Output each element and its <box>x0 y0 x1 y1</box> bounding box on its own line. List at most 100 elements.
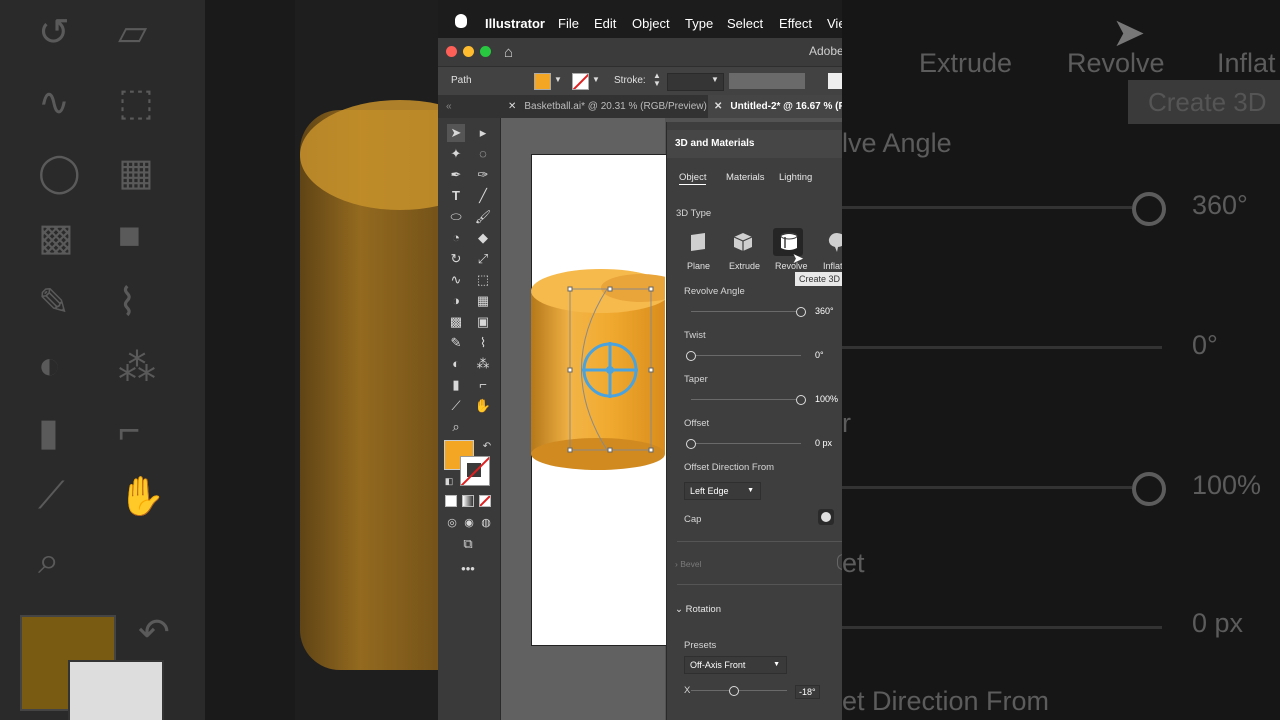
cap-toggle-button[interactable] <box>818 509 834 525</box>
color-mode-icon[interactable] <box>445 495 457 507</box>
measure-tool-icon[interactable]: ⌇ <box>474 334 492 352</box>
bg-dropper-icon: ⌇ <box>118 282 137 324</box>
zoom-window-button[interactable] <box>480 46 491 57</box>
close-tab-icon[interactable]: ✕ <box>508 101 516 112</box>
tab-lighting[interactable]: Lighting <box>779 172 812 183</box>
shaper-tool-icon[interactable]: ◔ <box>447 229 465 247</box>
scale-tool-icon[interactable]: ⤢ <box>474 250 492 268</box>
artboard-tool-icon[interactable]: ⌐ <box>474 376 492 394</box>
symbol-sprayer-tool-icon[interactable]: ⁂ <box>474 355 492 373</box>
none-mode-icon[interactable] <box>479 495 491 507</box>
rotate-tool-icon[interactable]: ↻ <box>447 250 465 268</box>
tab-materials[interactable]: Materials <box>726 172 765 183</box>
paintbrush-tool-icon[interactable]: 🖌 <box>474 208 492 226</box>
offset-knob[interactable] <box>686 439 696 449</box>
zoom-tool-icon[interactable]: ⌕ <box>447 418 465 436</box>
default-fill-stroke-icon[interactable]: ◧ <box>440 472 458 490</box>
menu-file[interactable]: File <box>558 16 579 31</box>
line-tool-icon[interactable]: ╱ <box>474 187 492 205</box>
draw-behind-icon[interactable]: ◉ <box>460 514 478 532</box>
taper-knob[interactable] <box>796 395 806 405</box>
curvature-tool-icon[interactable]: ✑ <box>474 166 492 184</box>
direct-selection-tool-icon[interactable]: ▸ <box>474 124 492 142</box>
tab-object[interactable]: Object <box>679 172 707 185</box>
x-rotation-value[interactable]: -18° <box>795 685 820 699</box>
plane-icon[interactable] <box>686 230 710 254</box>
presets-dropdown[interactable]: Off-Axis Front ▼ <box>684 656 787 674</box>
bevel-section-toggle[interactable]: › Bevel <box>675 559 701 569</box>
pen-tool-icon[interactable]: ✒ <box>447 166 465 184</box>
taper-value[interactable]: 100% <box>815 394 838 404</box>
type-tool-icon[interactable]: T <box>447 187 465 205</box>
menu-edit[interactable]: Edit <box>594 16 616 31</box>
tab-untitled-2[interactable]: ✕ Untitled-2* @ 16.67 % (RG <box>708 95 842 118</box>
menu-effect[interactable]: Effect <box>779 16 812 31</box>
twist-value[interactable]: 0° <box>815 350 824 360</box>
offset-direction-label: Offset Direction From <box>684 462 775 473</box>
stroke-swatch[interactable] <box>460 456 490 486</box>
blend-tool-icon[interactable]: ◐ <box>447 355 465 373</box>
gradient-mode-icon[interactable] <box>462 495 474 507</box>
home-icon[interactable]: ⌂ <box>504 44 513 61</box>
free-transform-tool-icon[interactable]: ⬚ <box>474 271 492 289</box>
close-window-button[interactable] <box>446 46 457 57</box>
apple-icon[interactable] <box>455 14 467 28</box>
chevron-down-icon[interactable]: ▼ <box>592 75 600 84</box>
menu-object[interactable]: Object <box>632 16 670 31</box>
close-tab-icon[interactable]: ✕ <box>714 101 722 112</box>
offset-value[interactable]: 0 px <box>815 438 832 448</box>
revolve-angle-slider[interactable] <box>691 311 801 312</box>
variable-width-field[interactable] <box>729 73 805 89</box>
draw-inside-icon[interactable]: ◍ <box>477 514 495 532</box>
taper-slider[interactable] <box>691 399 801 400</box>
tab-basketball[interactable]: ✕ Basketball.ai* @ 20.31 % (RGB/Preview) <box>500 95 716 118</box>
menu-type[interactable]: Type <box>685 16 713 31</box>
stroke-stepper-icon[interactable]: ▲ ▼ <box>653 72 661 88</box>
hand-tool-icon[interactable]: ✋ <box>474 397 492 415</box>
magic-wand-tool-icon[interactable]: ✦ <box>447 145 465 163</box>
collapse-icon[interactable]: « <box>446 95 452 118</box>
rotation-section-toggle[interactable]: ⌄ Rotation <box>675 604 721 615</box>
lasso-tool-icon[interactable]: ◌ <box>474 145 492 163</box>
gradient-tool-icon[interactable]: ▣ <box>474 313 492 331</box>
screen-mode-icon[interactable]: ⧉ <box>459 535 477 553</box>
menu-app-name[interactable]: Illustrator <box>485 16 545 31</box>
extrude-icon[interactable] <box>731 230 755 254</box>
draw-normal-icon[interactable]: ◎ <box>443 514 461 532</box>
type-plane-label[interactable]: Plane <box>687 261 710 271</box>
revolve-angle-knob[interactable] <box>796 307 806 317</box>
cylinder-artwork[interactable] <box>501 118 665 720</box>
warp-tool-icon[interactable]: ∿ <box>447 271 465 289</box>
twist-knob[interactable] <box>686 351 696 361</box>
selection-tool-icon[interactable]: ➤ <box>447 124 465 142</box>
perspective-grid-tool-icon[interactable]: ▦ <box>474 292 492 310</box>
x-rotation-knob[interactable] <box>729 686 740 696</box>
stroke-color-swatch[interactable] <box>572 73 589 90</box>
revolve-angle-value[interactable]: 360° <box>815 306 834 316</box>
graph-tool-icon[interactable]: ▮ <box>447 376 465 394</box>
type-extrude-label[interactable]: Extrude <box>729 261 760 271</box>
selection-type-label: Path <box>451 75 472 86</box>
type-inflate-label[interactable]: Inflat <box>823 261 842 271</box>
more-tools-icon[interactable]: ••• <box>459 560 477 578</box>
swap-fill-stroke-icon[interactable]: ↶ <box>478 438 496 456</box>
menu-view[interactable]: Vie <box>827 16 842 31</box>
twist-slider[interactable] <box>691 355 801 356</box>
canvas-area[interactable] <box>501 118 667 720</box>
inflate-icon[interactable] <box>825 230 842 254</box>
offset-slider[interactable] <box>691 443 801 444</box>
minimize-window-button[interactable] <box>463 46 474 57</box>
ellipse-tool-icon[interactable]: ⬭ <box>447 208 465 226</box>
chevron-down-icon[interactable]: ▼ <box>711 75 719 84</box>
shape-builder-tool-icon[interactable]: ◑ <box>447 292 465 310</box>
fill-color-swatch[interactable] <box>534 73 551 90</box>
offset-direction-dropdown[interactable]: Left Edge ▼ <box>684 482 761 500</box>
chevron-down-icon[interactable]: ▼ <box>554 75 562 84</box>
mesh-tool-icon[interactable]: ▩ <box>447 313 465 331</box>
eyedropper-tool-icon[interactable]: ✎ <box>447 334 465 352</box>
eraser-tool-icon[interactable]: ◆ <box>474 229 492 247</box>
bevel-toggle-icon[interactable] <box>837 554 842 570</box>
slice-tool-icon[interactable]: ⟋ <box>447 397 465 415</box>
menu-select[interactable]: Select <box>727 16 763 31</box>
brush-definition-field[interactable] <box>828 73 842 89</box>
